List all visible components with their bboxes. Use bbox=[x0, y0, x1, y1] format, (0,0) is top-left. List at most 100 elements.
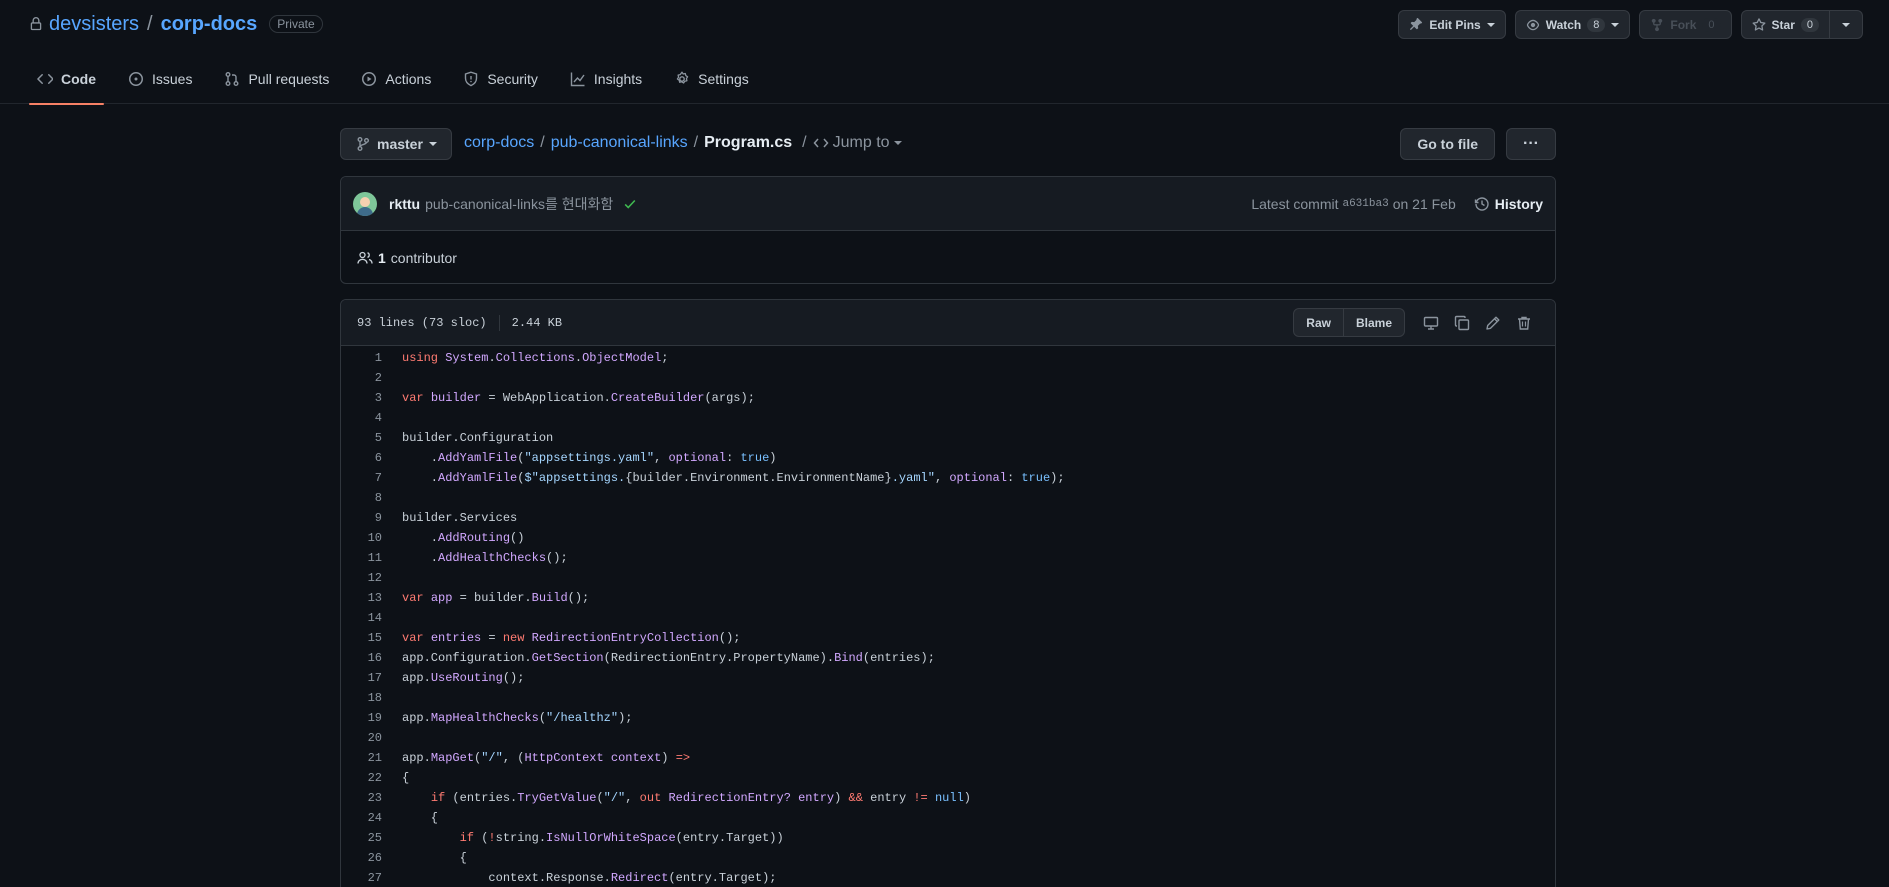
line-number[interactable]: 2 bbox=[341, 368, 382, 388]
line-number[interactable]: 20 bbox=[341, 728, 382, 748]
line-number[interactable]: 11 bbox=[341, 548, 382, 568]
breadcrumb-separator: / bbox=[802, 134, 807, 151]
pencil-icon[interactable] bbox=[1477, 308, 1508, 337]
line-content: builder.Services bbox=[402, 511, 518, 525]
line-number[interactable]: 19 bbox=[341, 708, 382, 728]
line-number[interactable]: 24 bbox=[341, 808, 382, 828]
line-number[interactable]: 6 bbox=[341, 448, 382, 468]
commit-message-link[interactable]: pub-canonical-links를 현대화함 bbox=[425, 194, 613, 214]
branch-selector[interactable]: master bbox=[340, 128, 452, 160]
breadcrumb: corp-docs / pub-canonical-links / Progra… bbox=[464, 134, 902, 152]
tab-insights[interactable]: Insights bbox=[562, 64, 650, 104]
edit-pins-button[interactable]: Edit Pins bbox=[1398, 10, 1506, 39]
code-icon bbox=[37, 71, 53, 87]
fork-count: 0 bbox=[1702, 17, 1721, 32]
chevron-down-icon bbox=[1486, 22, 1495, 27]
trash-icon[interactable] bbox=[1508, 308, 1539, 337]
watch-label: Watch bbox=[1545, 17, 1582, 32]
line-content: .AddHealthChecks(); bbox=[402, 551, 568, 565]
code-line: 14 bbox=[341, 608, 1555, 628]
line-number[interactable]: 14 bbox=[341, 608, 382, 628]
watch-button[interactable]: Watch 8 bbox=[1514, 10, 1631, 39]
tab-issues[interactable]: Issues bbox=[120, 64, 200, 104]
line-number[interactable]: 10 bbox=[341, 528, 382, 548]
tab-code[interactable]: Code bbox=[29, 64, 104, 105]
code-line: 16 app.Configuration.GetSection(Redirecti… bbox=[341, 648, 1555, 668]
line-number[interactable]: 16 bbox=[341, 648, 382, 668]
star-list-dropdown[interactable] bbox=[1830, 10, 1863, 39]
file-navigation: master corp-docs / pub-canonical-links /… bbox=[340, 128, 1556, 160]
code-line: 12 bbox=[341, 568, 1555, 588]
line-number[interactable]: 26 bbox=[341, 848, 382, 868]
line-number[interactable]: 9 bbox=[341, 508, 382, 528]
code-line: 3 var builder = WebApplication.CreateBuil… bbox=[341, 388, 1555, 408]
line-number[interactable]: 5 bbox=[341, 428, 382, 448]
line-content: app.MapHealthChecks("/healthz"); bbox=[402, 711, 633, 725]
check-icon[interactable] bbox=[623, 197, 637, 211]
commit-date: on 21 Feb bbox=[1392, 195, 1456, 212]
history-label: History bbox=[1494, 195, 1543, 212]
blame-button[interactable]: Blame bbox=[1343, 308, 1405, 337]
line-number[interactable]: 4 bbox=[341, 408, 382, 428]
code-line: 10 .AddRouting() bbox=[341, 528, 1555, 548]
fork-button[interactable]: Fork 0 bbox=[1639, 10, 1732, 39]
raw-button[interactable]: Raw bbox=[1293, 308, 1344, 337]
line-number[interactable]: 12 bbox=[341, 568, 382, 588]
code-line: 25 if (!string.IsNullOrWhiteSpace(entry.… bbox=[341, 828, 1555, 848]
line-number[interactable]: 15 bbox=[341, 628, 382, 648]
line-content: app.UseRouting(); bbox=[402, 671, 525, 685]
line-number[interactable]: 1 bbox=[341, 348, 382, 368]
code-line: 22 { bbox=[341, 768, 1555, 788]
go-to-file-button[interactable]: Go to file bbox=[1400, 128, 1495, 160]
line-content: { bbox=[402, 771, 410, 785]
commit-sha-link[interactable]: a631ba3 bbox=[1342, 198, 1388, 210]
line-content bbox=[382, 568, 402, 588]
line-number[interactable]: 22 bbox=[341, 768, 382, 788]
line-number[interactable]: 8 bbox=[341, 488, 382, 508]
play-icon bbox=[361, 71, 377, 87]
breadcrumb-separator: / bbox=[693, 134, 699, 151]
line-number[interactable]: 21 bbox=[341, 748, 382, 768]
breadcrumb-folder-link[interactable]: pub-canonical-links bbox=[551, 134, 688, 152]
line-content bbox=[382, 368, 402, 388]
contributors-row[interactable]: 1 contributor bbox=[341, 231, 1555, 283]
tab-label: Code bbox=[61, 71, 96, 87]
code-line: 2 bbox=[341, 368, 1555, 388]
tab-actions[interactable]: Actions bbox=[353, 64, 439, 104]
code-line: 6 .AddYamlFile("appsettings.yaml", optio… bbox=[341, 448, 1555, 468]
line-number[interactable]: 13 bbox=[341, 588, 382, 608]
commit-author-link[interactable]: rkttu bbox=[389, 196, 420, 212]
repo-header: devsisters / corp-docs Private Edit Pins… bbox=[0, 0, 1889, 105]
line-content: app.Configuration.GetSection(Redirection… bbox=[402, 651, 935, 665]
people-icon bbox=[357, 250, 373, 266]
history-button[interactable]: History bbox=[1474, 196, 1543, 212]
issue-icon bbox=[128, 71, 144, 87]
jump-to-button[interactable]: Jump to bbox=[813, 134, 902, 152]
line-number[interactable]: 18 bbox=[341, 688, 382, 708]
line-number[interactable]: 17 bbox=[341, 668, 382, 688]
line-content: .AddYamlFile("appsettings.yaml", optiona… bbox=[402, 451, 777, 465]
divider bbox=[498, 314, 500, 331]
copy-icon[interactable] bbox=[1446, 308, 1477, 337]
star-button[interactable]: Star 0 bbox=[1740, 10, 1830, 39]
chevron-down-icon bbox=[893, 141, 902, 145]
tab-label: Pull requests bbox=[248, 71, 330, 87]
repo-owner-link[interactable]: devsisters bbox=[49, 13, 139, 36]
line-number[interactable]: 25 bbox=[341, 828, 382, 848]
tab-pull-requests[interactable]: Pull requests bbox=[216, 64, 337, 104]
line-content: var builder = WebApplication.CreateBuild… bbox=[402, 391, 755, 405]
desktop-icon[interactable] bbox=[1415, 308, 1446, 337]
code-body: 1 using System.Collections.ObjectModel; 2 3… bbox=[341, 346, 1555, 887]
line-number[interactable]: 23 bbox=[341, 788, 382, 808]
repo-name-link[interactable]: corp-docs bbox=[161, 13, 258, 36]
file-toolbar: Raw Blame bbox=[1293, 308, 1539, 337]
line-number[interactable]: 27 bbox=[341, 868, 382, 887]
avatar[interactable] bbox=[353, 191, 377, 216]
line-number[interactable]: 3 bbox=[341, 388, 382, 408]
line-content: using System.Collections.ObjectModel; bbox=[402, 351, 669, 365]
line-number[interactable]: 7 bbox=[341, 468, 382, 488]
breadcrumb-repo-link[interactable]: corp-docs bbox=[464, 134, 534, 152]
tab-security[interactable]: Security bbox=[455, 64, 546, 104]
tab-settings[interactable]: Settings bbox=[666, 64, 757, 104]
more-options-button[interactable]: ··· bbox=[1506, 128, 1556, 160]
